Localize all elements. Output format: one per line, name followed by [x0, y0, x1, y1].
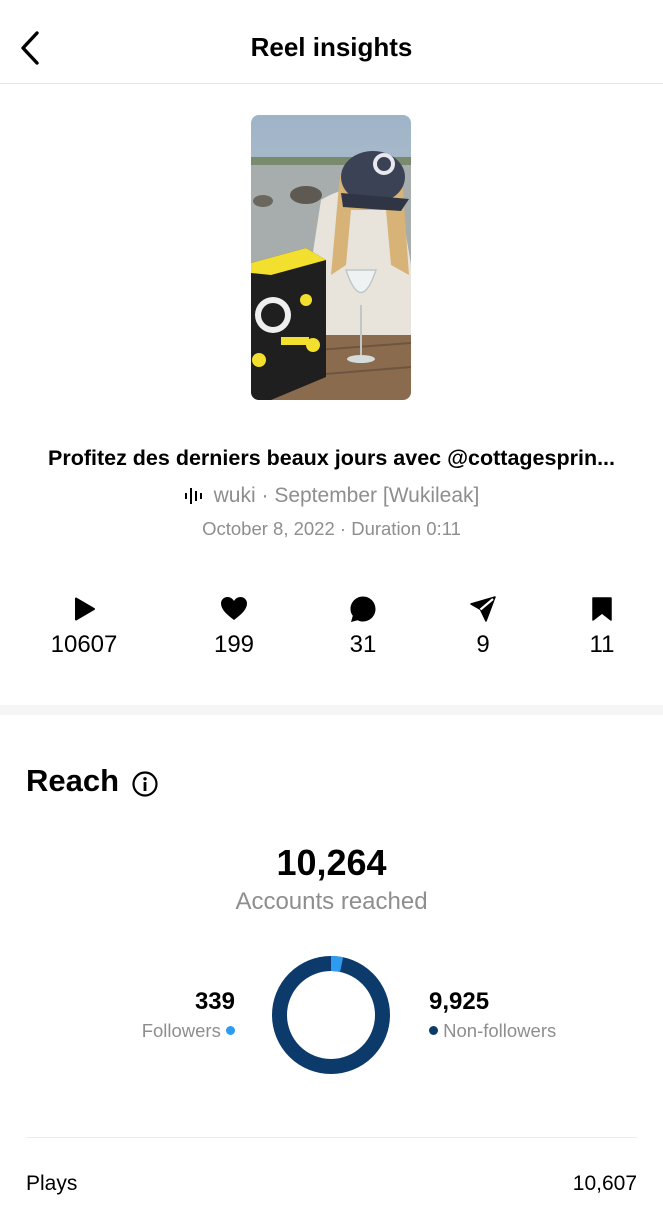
plays-value: 10,607 — [572, 1172, 637, 1195]
followers-value: 339 — [194, 988, 235, 1015]
section-divider — [0, 705, 663, 715]
donut-non-followers-arc — [272, 956, 390, 1074]
followers-dot — [226, 1026, 235, 1035]
audio-waveform-icon — [184, 488, 202, 504]
reach-section-title: Reach — [26, 763, 120, 798]
reel-caption: Profitez des derniers beaux jours avec @… — [47, 446, 615, 470]
stat-value: 11 — [589, 631, 615, 658]
reach-donut-chart — [272, 956, 390, 1074]
non-followers-value: 9,925 — [429, 988, 490, 1015]
stat-saves: 11 — [542, 594, 662, 659]
stat-likes: 199 — [174, 594, 294, 659]
audio-track-label: wuki · September [Wukileak] — [213, 484, 480, 507]
info-icon[interactable] — [132, 771, 158, 797]
plays-label: Plays — [26, 1172, 78, 1195]
non-followers-dot — [429, 1026, 438, 1035]
heart-icon — [221, 597, 247, 620]
reel-audio[interactable]: wuki · September [Wukileak] — [0, 484, 663, 508]
accounts-reached-label: Accounts reached — [235, 888, 428, 915]
stat-value: 10607 — [50, 631, 118, 658]
stat-value: 199 — [213, 631, 255, 658]
top-bar: Reel insights — [0, 0, 663, 84]
stat-comments: 31 — [303, 594, 423, 659]
stat-value: 9 — [476, 631, 490, 658]
play-icon — [75, 597, 95, 621]
reel-date-duration: October 8, 2022 · Duration 0:11 — [202, 518, 461, 539]
row-divider — [26, 1137, 637, 1138]
reel-thumbnail[interactable] — [251, 115, 411, 400]
stat-value: 31 — [349, 631, 377, 658]
comment-icon — [350, 596, 376, 622]
accounts-reached-value: 10,264 — [276, 842, 387, 883]
non-followers-label: Non-followers — [443, 1020, 557, 1041]
non-followers-legend: Non-followers — [429, 1020, 556, 1042]
stat-shares: 9 — [423, 594, 543, 659]
followers-legend: Followers — [142, 1020, 235, 1042]
share-icon — [470, 596, 496, 622]
stat-plays: 10607 — [24, 594, 144, 659]
page-title: Reel insights — [250, 32, 413, 62]
bookmark-icon — [592, 597, 612, 621]
followers-label: Followers — [141, 1020, 221, 1041]
